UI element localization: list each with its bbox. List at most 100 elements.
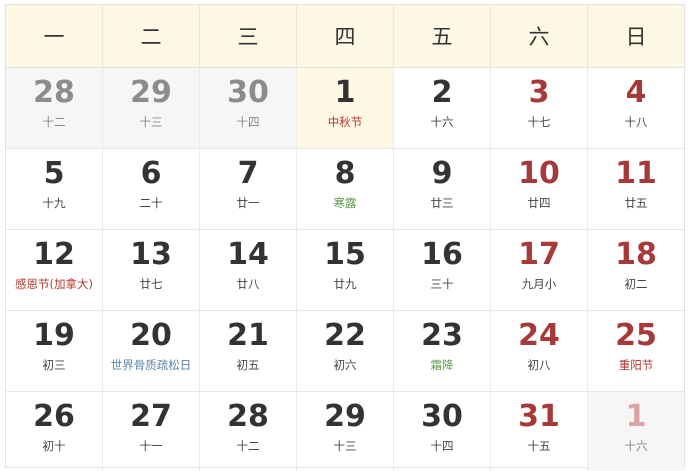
weekday-thu: 四 [297,5,394,67]
lunar-label: 十一 [139,439,163,453]
lunar-label: 初十 [42,439,66,453]
lunar-label: 霜降 [430,358,454,372]
day-number: 6 [140,156,162,191]
calendar-weeks: 28 十二 29 十三 30 十四 1 中秋节 2 十六 3 十七 4 十八 5 十九 6 二十 7 廿一 8 寒露 9 廿三… [6,68,684,471]
day-cell[interactable]: 11 廿五 [588,149,684,229]
lunar-label: 初八 [527,358,551,372]
day-cell[interactable]: 23 霜降 [394,311,491,391]
day-cell[interactable]: 13 廿七 [103,230,200,310]
lunar-label: 十四 [430,439,454,453]
day-number: 14 [227,237,269,272]
day-cell[interactable]: 3 十七 [491,68,588,148]
lunar-label: 廿四 [527,196,551,210]
day-number: 1 [334,75,356,110]
day-cell[interactable]: 5 十九 [6,149,103,229]
lunar-label: 十八 [624,115,648,129]
day-number: 2 [431,75,453,110]
day-number: 21 [227,318,269,353]
day-number: 15 [324,237,366,272]
weekday-sun: 日 [625,25,647,49]
lunar-label: 重阳节 [618,358,654,372]
day-number: 19 [33,318,75,353]
day-cell[interactable]: 8 寒露 [297,149,394,229]
day-number: 18 [615,237,657,272]
day-number: 20 [130,318,172,353]
day-cell[interactable]: 30 十四 [394,392,491,471]
day-cell[interactable]: 19 初三 [6,311,103,391]
day-number: 22 [324,318,366,353]
lunar-label: 中秋节 [327,115,363,129]
day-number: 9 [431,156,453,191]
day-cell[interactable]: 24 初八 [491,311,588,391]
week-row: 26 初十 27 十一 28 十二 29 十三 30 十四 31 十五 1 十六 [6,392,684,471]
day-cell[interactable]: 16 三十 [394,230,491,310]
day-cell[interactable]: 29 十三 [297,392,394,471]
lunar-label: 廿八 [236,277,260,291]
day-number: 16 [421,237,463,272]
lunar-label: 寒露 [333,196,357,210]
lunar-label: 廿七 [139,277,163,291]
day-number: 4 [625,75,647,110]
lunar-label: 初二 [624,277,648,291]
day-cell[interactable]: 22 初六 [297,311,394,391]
day-cell[interactable]: 4 十八 [588,68,684,148]
day-cell[interactable]: 9 廿三 [394,149,491,229]
day-cell[interactable]: 31 十五 [491,392,588,471]
week-row: 28 十二 29 十三 30 十四 1 中秋节 2 十六 3 十七 4 十八 [6,68,684,149]
day-number: 30 [421,399,463,434]
lunar-label: 十七 [527,115,551,129]
lunar-label: 十六 [624,439,648,453]
day-number: 11 [615,156,657,191]
lunar-label: 三十 [430,277,454,291]
day-number: 17 [518,237,560,272]
day-cell[interactable]: 17 九月小 [491,230,588,310]
day-cell[interactable]: 12 感恩节(加拿大) [6,230,103,310]
day-cell[interactable]: 26 初十 [6,392,103,471]
day-number: 1 [625,399,647,434]
day-number: 29 [324,399,366,434]
day-number: 24 [518,318,560,353]
day-cell[interactable]: 28 十二 [6,68,103,148]
day-number: 5 [43,156,65,191]
calendar-grid: 一 二 三 四 五 六 日 28 十二 29 十三 30 十四 1 中秋节 2 十六 3 十七 4 十八 5… [5,4,685,471]
day-number: 25 [615,318,657,353]
day-number: 23 [421,318,463,353]
day-cell[interactable]: 2 十六 [394,68,491,148]
day-cell[interactable]: 20 世界骨质疏松日 [103,311,200,391]
weekday-wed: 三 [200,5,297,67]
weekday-tue: 二 [103,5,200,67]
day-cell[interactable]: 10 廿四 [491,149,588,229]
day-cell[interactable]: 1 中秋节 [297,68,394,148]
day-cell[interactable]: 29 十三 [103,68,200,148]
day-cell[interactable]: 14 廿八 [200,230,297,310]
day-number: 13 [130,237,172,272]
day-cell[interactable]: 6 二十 [103,149,200,229]
lunar-label: 十五 [527,439,551,453]
day-cell[interactable]: 1 十六 [588,392,684,471]
day-cell[interactable]: 15 廿九 [297,230,394,310]
lunar-label: 十六 [430,115,454,129]
day-cell[interactable]: 30 十四 [200,68,297,148]
lunar-label: 十三 [139,115,163,129]
day-number: 26 [33,399,75,434]
day-cell[interactable]: 28 十二 [200,392,297,471]
day-number: 10 [518,156,560,191]
day-number: 29 [130,75,172,110]
weekday-mon: 一 [6,5,103,67]
day-cell[interactable]: 25 重阳节 [588,311,684,391]
day-number: 31 [518,399,560,434]
lunar-label: 九月小 [521,277,557,291]
day-number: 28 [33,75,75,110]
day-cell[interactable]: 27 十一 [103,392,200,471]
weekday-fri: 五 [394,5,491,67]
lunar-label: 初五 [236,358,260,372]
day-number: 8 [334,156,356,191]
day-cell[interactable]: 21 初五 [200,311,297,391]
day-cell[interactable]: 7 廿一 [200,149,297,229]
lunar-label: 廿九 [333,277,357,291]
lunar-label: 廿一 [236,196,260,210]
lunar-label: 十二 [42,115,66,129]
day-number: 12 [33,237,75,272]
day-cell[interactable]: 18 初二 [588,230,684,310]
day-number: 28 [227,399,269,434]
